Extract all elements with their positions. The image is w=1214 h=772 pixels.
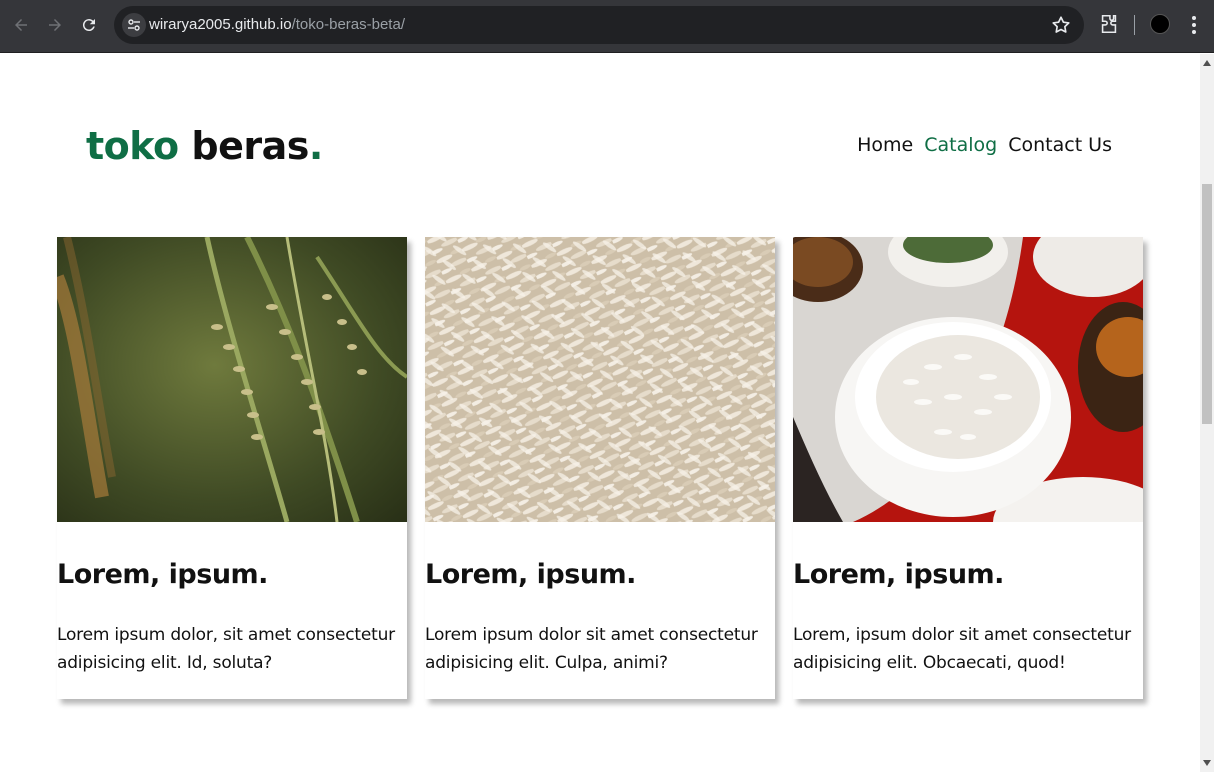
logo-dot: . [308,124,323,168]
product-cards: Lorem, ipsum. Lorem ipsum dolor, sit ame… [57,237,1143,699]
site-settings-icon[interactable] [122,13,146,37]
card-description: Lorem ipsum dolor sit amet consectetur a… [425,625,758,673]
bookmark-star-icon[interactable] [1050,14,1072,36]
product-card[interactable]: Lorem, ipsum. Lorem, ipsum dolor sit ame… [793,237,1143,699]
main-navigation: Home Catalog Contact Us [857,134,1112,156]
browser-toolbar: wirarya2005.github.io/toko-beras-beta/ [0,0,1214,53]
url-host: wirarya2005.github.io [149,16,292,33]
toolbar-divider [1134,15,1135,35]
logo-word-toko: toko [86,124,179,168]
address-bar[interactable]: wirarya2005.github.io/toko-beras-beta/ [114,6,1084,44]
back-arrow-icon[interactable] [7,11,35,39]
cooked-rice-bowl-photo [793,237,1143,522]
extensions-icon[interactable] [1098,13,1120,35]
profile-avatar-icon[interactable] [1150,14,1170,34]
product-card[interactable]: Lorem, ipsum. Lorem ipsum dolor sit amet… [425,237,775,699]
scrollbar-thumb[interactable] [1202,184,1212,424]
card-description: Lorem ipsum dolor, sit amet consectetur … [57,625,395,673]
scroll-up-arrow-icon[interactable] [1203,60,1211,66]
nav-link-contact-us[interactable]: Contact Us [1008,134,1112,156]
url-path: /toko-beras-beta/ [291,16,405,33]
webpage: toko beras. Home Catalog Contact Us Lore… [0,54,1200,772]
chrome-menu-icon[interactable] [1184,13,1204,37]
product-card[interactable]: Lorem, ipsum. Lorem ipsum dolor, sit ame… [57,237,407,699]
card-title: Lorem, ipsum. [57,559,268,590]
nav-link-catalog[interactable]: Catalog [924,134,997,156]
page-scrollbar[interactable] [1200,54,1214,772]
card-description: Lorem, ipsum dolor sit amet consectetur … [793,625,1131,673]
nav-link-home[interactable]: Home [857,134,913,156]
logo-word-beras: beras [191,124,309,168]
site-logo[interactable]: toko beras. [86,124,323,168]
raw-rice-grains-photo [425,237,775,522]
url-text[interactable]: wirarya2005.github.io/toko-beras-beta/ [149,16,405,33]
scroll-down-arrow-icon[interactable] [1203,760,1211,766]
reload-icon[interactable] [75,11,103,39]
rice-plant-photo [57,237,407,522]
card-title: Lorem, ipsum. [425,559,636,590]
forward-arrow-icon[interactable] [41,11,69,39]
card-title: Lorem, ipsum. [793,559,1004,590]
